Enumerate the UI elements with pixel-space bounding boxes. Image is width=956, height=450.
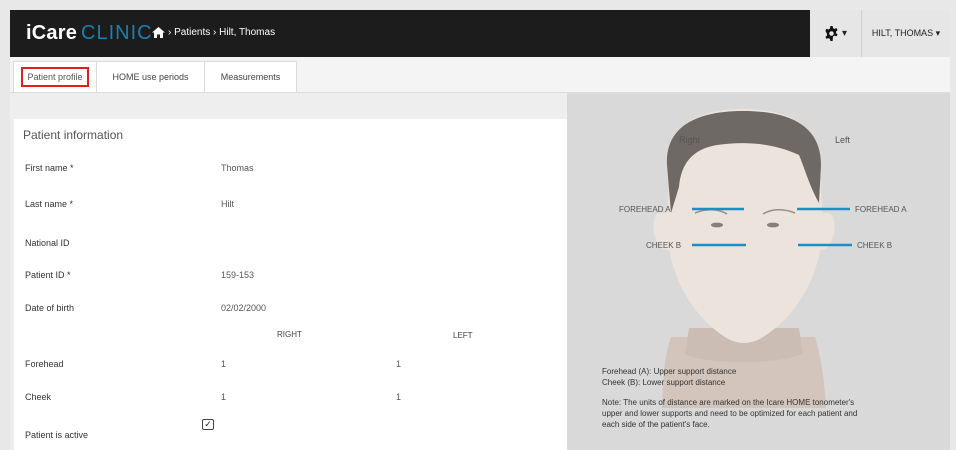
patient-active-checkbox[interactable]: ✓	[202, 419, 214, 430]
note-line-3: each side of the patient's face.	[602, 420, 710, 429]
cheek-b-label-left: CHEEK B	[646, 241, 682, 250]
settings-caret: ▾	[841, 28, 848, 39]
brand-clinic: CLINIC	[81, 22, 153, 44]
tab-patient-profile-label: Patient profile	[21, 67, 89, 87]
top-bar: iCare CLINIC › Patients › Hilt, Thomas ▾ …	[10, 10, 950, 57]
brand-name: iCare	[26, 22, 78, 44]
column-header-right: RIGHT	[277, 330, 302, 339]
settings-button[interactable]: ▾	[810, 10, 862, 57]
patient-active-label: Patient is active	[25, 430, 89, 440]
forehead-left-field[interactable]: 1	[396, 359, 401, 369]
last-name-field[interactable]: Hilt	[221, 199, 234, 209]
forehead-right-field[interactable]: 1	[221, 359, 226, 369]
tab-patient-profile[interactable]: Patient profile	[13, 61, 97, 92]
breadcrumb: › Patients › Hilt, Thomas	[152, 27, 275, 38]
cheek-right-field[interactable]: 1	[221, 392, 226, 402]
patient-id-label: Patient ID *	[25, 270, 71, 280]
legend-cheek: Cheek (B): Lower support distance	[602, 378, 726, 387]
tab-measurements[interactable]: Measurements	[205, 61, 297, 92]
patient-information-panel: Patient information First name * Thomas …	[14, 119, 567, 450]
user-menu[interactable]: HILT, THOMAS ▾	[862, 10, 950, 57]
cheek-label: Cheek	[25, 392, 52, 402]
face-left-label: Left	[835, 135, 851, 145]
face-diagram-panel: Right Left FOREHEAD A FOREHEAD A CHEEK B…	[567, 93, 950, 450]
date-of-birth-field[interactable]: 02/02/2000	[221, 303, 266, 313]
first-name-label: First name *	[25, 163, 74, 173]
tab-bar: Patient profile HOME use periods Measure…	[10, 57, 950, 93]
column-header-left: LEFT	[453, 331, 473, 340]
panel-title: Patient information	[23, 128, 124, 142]
forehead-a-label-right: FOREHEAD A	[855, 205, 907, 214]
note-line-2: upper and lower supports and need to be …	[602, 409, 858, 418]
tab-home-use-periods[interactable]: HOME use periods	[97, 61, 205, 92]
date-of-birth-label: Date of birth	[25, 303, 75, 313]
checkmark-icon: ✓	[204, 419, 212, 429]
home-icon[interactable]	[152, 27, 165, 38]
cheek-left-field[interactable]: 1	[396, 392, 401, 402]
note-line-1: Note: The units of distance are marked o…	[602, 398, 855, 407]
last-name-label: Last name *	[25, 199, 74, 209]
forehead-label: Forehead	[25, 359, 64, 369]
national-id-field[interactable]	[221, 238, 341, 250]
cheek-b-label-right: CHEEK B	[857, 241, 893, 250]
face-right-label: Right	[679, 135, 701, 145]
patient-id-field[interactable]: 159-153	[221, 270, 254, 280]
forehead-a-label-left: FOREHEAD A	[619, 205, 671, 214]
brand-logo[interactable]: iCare CLINIC	[26, 22, 153, 45]
first-name-field[interactable]: Thomas	[221, 163, 254, 173]
legend-forehead: Forehead (A): Upper support distance	[602, 367, 737, 376]
face-illustration	[653, 109, 852, 408]
breadcrumb-path[interactable]: › Patients › Hilt, Thomas	[168, 27, 275, 38]
app-window: iCare CLINIC › Patients › Hilt, Thomas ▾ …	[10, 10, 950, 450]
national-id-label: National ID	[25, 238, 70, 248]
gear-icon	[825, 26, 838, 41]
